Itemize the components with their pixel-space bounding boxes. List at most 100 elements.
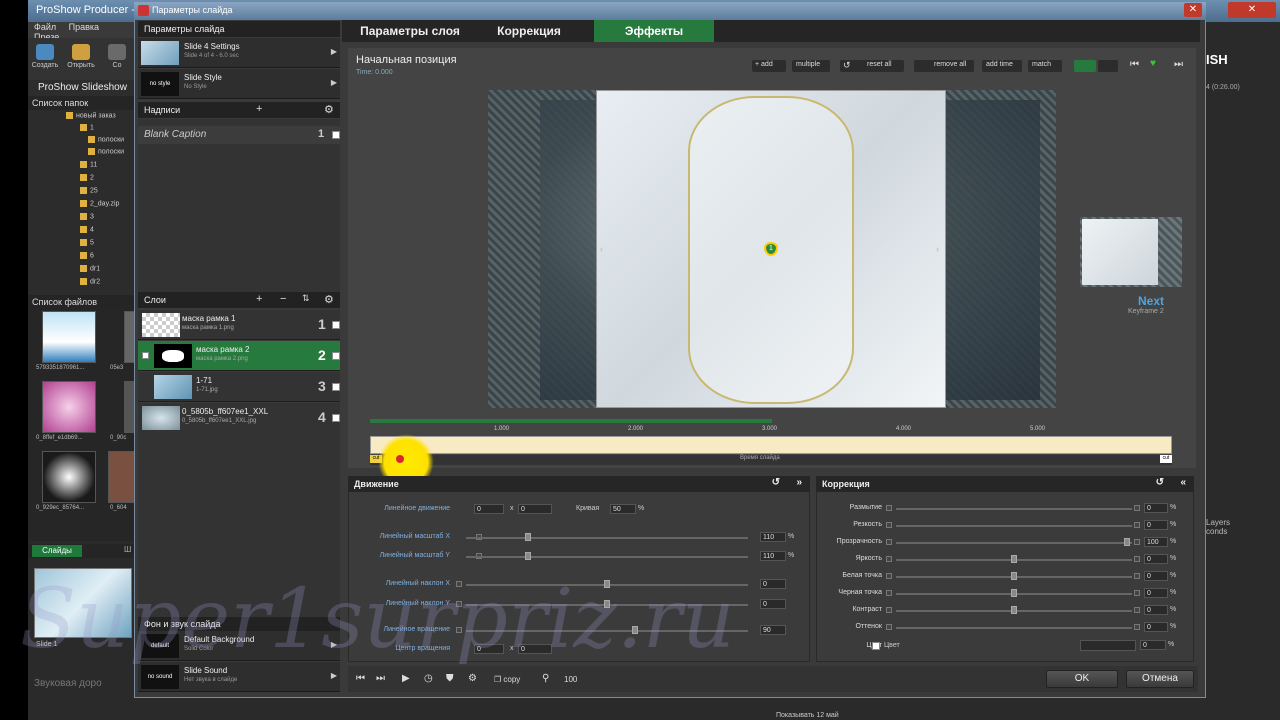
view-mode-1-button[interactable] [1074, 60, 1096, 72]
match-button[interactable]: match [1028, 60, 1062, 72]
scale-y-knob[interactable] [525, 552, 532, 560]
gear-icon[interactable]: ⚙ [468, 673, 477, 684]
step-back-icon[interactable]: ⏭ [376, 673, 385, 684]
add-time-button[interactable]: add time [982, 60, 1022, 72]
correction-field[interactable]: 100 [1144, 537, 1168, 547]
gear-icon[interactable]: ⚙ [324, 293, 334, 306]
correction-slider[interactable] [896, 542, 1132, 544]
keyframe-toggle[interactable] [1134, 573, 1140, 579]
skew-y-field[interactable]: 0 [760, 599, 786, 609]
folder-item[interactable]: dr1 [80, 265, 100, 275]
correction-slider[interactable] [896, 508, 1132, 510]
remove-layer-button[interactable]: − [280, 293, 286, 305]
reset-icon[interactable]: ↺ [772, 477, 780, 488]
folder-item[interactable]: новый заказ [66, 112, 116, 122]
scale-y-field[interactable]: 110 [760, 551, 786, 561]
folder-item[interactable]: 25 [80, 187, 98, 197]
cancel-button[interactable]: Отмена [1126, 670, 1194, 688]
scale-x-knob[interactable] [525, 533, 532, 541]
handle-right-icon[interactable]: › [936, 244, 939, 254]
slide-style-item[interactable]: no style Slide Style No Style ▶ [138, 69, 340, 99]
scale-x-field[interactable]: 110 [760, 532, 786, 542]
folder-item[interactable]: 3 [80, 213, 94, 223]
reset-all-button[interactable]: ↺ reset all [840, 60, 904, 72]
folder-item[interactable]: 2_day.zip [80, 200, 119, 210]
keyframe-toggle[interactable] [1134, 607, 1140, 613]
open-button[interactable]: Открыть [66, 44, 96, 69]
motion-x-field[interactable]: 0 [474, 504, 504, 514]
caption-checkbox[interactable] [332, 131, 340, 139]
next-keyframe-icon[interactable]: ⏭ [1174, 59, 1183, 70]
prev-keyframe-icon[interactable]: ⏮ [1130, 59, 1139, 70]
scale-y-slider[interactable] [466, 556, 748, 558]
keyframe-toggle[interactable] [886, 539, 892, 545]
caption-item[interactable]: Blank Caption 1 [138, 126, 340, 144]
next-label[interactable]: Next [1138, 294, 1164, 308]
layer-checkbox[interactable] [332, 414, 340, 422]
copy-button[interactable]: ❐ copy [494, 675, 520, 684]
folder-item[interactable]: 6 [80, 252, 94, 262]
save-button[interactable]: Со [102, 44, 132, 69]
skip-start-icon[interactable]: ⏮ [356, 673, 365, 684]
scale-x-slider[interactable] [466, 537, 748, 539]
correction-knob[interactable] [1011, 572, 1017, 580]
tab-second[interactable]: Ш [124, 545, 131, 554]
keyframe-toggle[interactable] [1134, 505, 1140, 511]
layer-checkbox[interactable] [332, 383, 340, 391]
keyframe-toggle[interactable] [1134, 624, 1140, 630]
folder-item[interactable]: полоски [88, 148, 124, 158]
correction-field[interactable]: 0 [1144, 605, 1168, 615]
shield-icon[interactable]: ⛊ [446, 673, 454, 684]
folder-item[interactable]: 5 [80, 239, 94, 249]
keyframe-toggle[interactable] [886, 624, 892, 630]
reorder-layer-button[interactable]: ⇅ [302, 293, 310, 304]
curve-field[interactable]: 50 [610, 504, 636, 514]
multiple-button[interactable]: multiple [792, 60, 830, 72]
color-swatch[interactable] [1080, 640, 1136, 651]
correction-knob[interactable] [1011, 606, 1017, 614]
collapse-icon[interactable]: « [1180, 477, 1186, 488]
tab-slides[interactable]: Слайды [32, 545, 82, 557]
correction-field[interactable]: 0 [1144, 622, 1168, 632]
slide-settings-item[interactable]: Slide 4 Settings Slide 4 of 4 - 6.0 sec … [138, 38, 340, 68]
layer-checkbox[interactable] [332, 321, 340, 329]
dialog-close-button[interactable]: ✕ [1184, 3, 1202, 17]
timeline-cut-end[interactable]: cut [1160, 455, 1172, 463]
correction-knob[interactable] [1011, 589, 1017, 597]
keyframe-span[interactable] [370, 419, 772, 423]
layer-checkbox[interactable] [332, 352, 340, 360]
reset-icon[interactable]: ↺ [1156, 477, 1164, 488]
correction-field[interactable]: 0 [1144, 554, 1168, 564]
keyframe-toggle[interactable] [1134, 590, 1140, 596]
folder-item[interactable]: полоски [88, 136, 124, 146]
keyframe-toggle[interactable] [886, 505, 892, 511]
keyframe-toggle[interactable] [886, 522, 892, 528]
tab-layer-settings[interactable]: Параметры слоя [348, 20, 472, 42]
keyframe-toggle[interactable] [886, 556, 892, 562]
rotation-field[interactable]: 90 [760, 625, 786, 635]
zoom-icon[interactable]: ⚲ [542, 673, 549, 684]
view-mode-2-button[interactable] [1098, 60, 1118, 72]
keyframe-toggle[interactable] [1134, 522, 1140, 528]
ok-button[interactable]: OK [1046, 670, 1118, 688]
timer-icon[interactable]: ◷ [424, 673, 433, 684]
keyframe-toggle[interactable] [1134, 556, 1140, 562]
play-icon[interactable]: ▶ [402, 673, 410, 684]
keyframe-marker-icon[interactable]: ♥ [1150, 58, 1156, 69]
file-thumbnail[interactable] [42, 311, 96, 363]
correction-knob[interactable] [1011, 555, 1017, 563]
correction-field[interactable]: 0 [1144, 503, 1168, 513]
skew-x-field[interactable]: 0 [760, 579, 786, 589]
timeline-track[interactable] [370, 436, 1172, 454]
keyframe-toggle[interactable] [886, 607, 892, 613]
layer-row[interactable]: 0_5805b_ff607ee1_XXL 0_5805b_ff607ee1_XX… [138, 403, 340, 433]
correction-field[interactable]: 0 [1144, 588, 1168, 598]
file-thumbnail[interactable] [108, 451, 136, 503]
correction-field[interactable]: 0 [1144, 520, 1168, 530]
expand-icon[interactable]: » [796, 477, 802, 488]
keyframe-toggle[interactable] [886, 590, 892, 596]
keyframe-toggle[interactable] [1134, 539, 1140, 545]
keyframe-toggle[interactable] [886, 573, 892, 579]
add-caption-button[interactable]: + [256, 103, 262, 115]
correction-slider[interactable] [896, 627, 1132, 629]
